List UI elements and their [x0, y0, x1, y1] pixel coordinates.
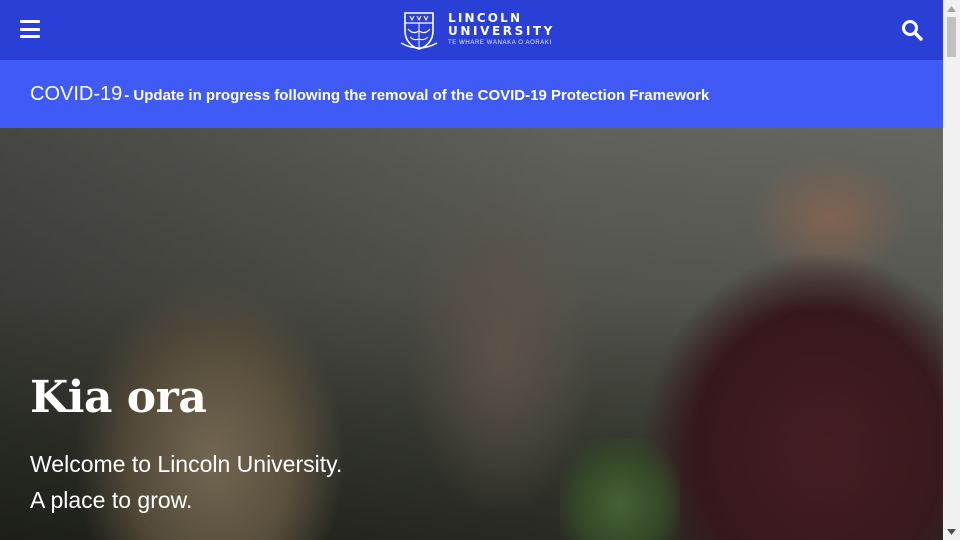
university-logo-link[interactable]: LINCOLN UNIVERSITY TE WHARE WĀNAKA O AOR…	[398, 9, 555, 51]
page-scrollbar[interactable]	[943, 0, 960, 540]
hero-subtitle: Welcome to Lincoln University. A place t…	[30, 446, 342, 518]
hero-subtitle-line1: Welcome to Lincoln University.	[30, 451, 343, 477]
covid-alert-title: COVID-19	[30, 82, 123, 105]
logo-wordmark: LINCOLN UNIVERSITY TE WHARE WĀNAKA O AOR…	[448, 12, 555, 48]
menu-bar-top	[20, 20, 40, 23]
menu-bar-middle	[20, 27, 40, 31]
menu-bar-bottom	[20, 35, 40, 38]
logo-tagline: TE WHARE WĀNAKA O AORAKI	[448, 40, 552, 46]
scroll-down-arrow-icon[interactable]	[943, 523, 960, 540]
hero-heading: Kia ora	[30, 372, 207, 423]
covid-alert-banner[interactable]: COVID-19 - Update in progress following …	[0, 60, 943, 128]
search-icon	[902, 20, 923, 41]
crest-icon	[400, 12, 438, 50]
search-button[interactable]	[901, 19, 923, 41]
logo-line-university: UNIVERSITY	[448, 24, 555, 38]
site-header: LINCOLN UNIVERSITY TE WHARE WĀNAKA O AOR…	[0, 0, 943, 60]
scrollbar-thumb[interactable]	[947, 17, 956, 57]
scroll-up-arrow-icon[interactable]	[943, 0, 960, 17]
hamburger-menu-button[interactable]	[20, 20, 40, 38]
covid-alert-text: - Update in progress following the remov…	[124, 87, 710, 104]
hero-subtitle-line2: A place to grow.	[30, 487, 193, 513]
hero-banner: Kia ora Welcome to Lincoln University. A…	[0, 128, 943, 540]
